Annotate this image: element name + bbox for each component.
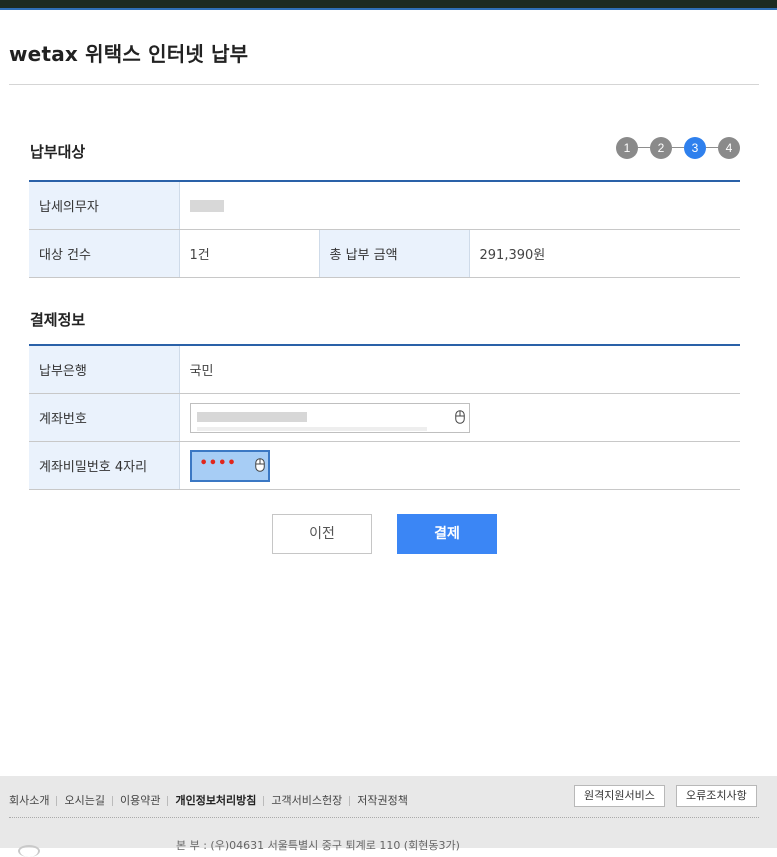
step-indicator: 1 2 3 4 [616,137,740,159]
account-number-input[interactable] [189,402,470,433]
table-row: 대상 건수 1건 총 납부 금액 291,390원 [29,229,741,278]
divider [263,796,265,806]
payment-info-title: 결제정보 [30,311,86,329]
count-label: 대상 건수 [29,229,180,278]
prev-button[interactable]: 이전 [272,514,372,554]
step-3-active: 3 [684,137,706,159]
footer-link-service-charter[interactable]: 고객서비스헌장 [271,794,342,807]
payment-target-title: 납부대상 [30,143,86,161]
step-2: 2 [650,137,672,159]
divider [349,796,351,806]
total-amount-value: 291,390원 [469,229,741,278]
redacted-account [196,411,307,422]
bank-value: 국민 [179,344,740,394]
password-cell: •••• [179,441,740,490]
footer-divider [9,817,759,818]
table-row: 계좌비밀번호 4자리 •••• [29,441,740,490]
account-password-input[interactable]: •••• [189,449,270,482]
footer-address: 본 부 : (우)04631 서울특별시 중구 퇴계로 110 (회현동3가) [176,839,460,852]
remote-support-button[interactable]: 원격지원서비스 [574,785,665,807]
account-number-cell [179,393,740,442]
footer-logo [18,845,40,857]
account-number-label: 계좌번호 [29,393,180,442]
input-underline [196,426,427,431]
footer-link-privacy[interactable]: 개인정보처리방침 [175,794,256,807]
footer-link-company[interactable]: 회사소개 [9,794,49,807]
step-4: 4 [718,137,740,159]
pay-button[interactable]: 결제 [397,514,497,554]
mouse-icon [454,409,465,424]
footer-link-copyright[interactable]: 저작권정책 [357,794,408,807]
title-divider [9,84,759,85]
password-mask: •••• [199,455,237,471]
step-1: 1 [616,137,638,159]
payment-info-table: 납부은행 국민 계좌번호 계좌비밀번호 4자리 •••• [29,344,740,490]
step-connector [672,147,684,148]
page-title: wetax 위택스 인터넷 납부 [9,42,249,66]
password-label: 계좌비밀번호 4자리 [29,441,180,490]
taxpayer-label: 납세의무자 [29,180,180,230]
redacted-name [189,199,224,212]
top-bar-accent [0,8,777,10]
payment-target-table: 납세의무자 대상 건수 1건 총 납부 금액 291,390원 [29,180,741,278]
error-fix-button[interactable]: 오류조치사항 [676,785,757,807]
step-connector [638,147,650,148]
bank-label: 납부은행 [29,344,180,394]
step-connector [706,147,718,148]
total-amount-label: 총 납부 금액 [319,229,470,278]
divider [56,796,58,806]
divider [167,796,169,806]
table-row: 계좌번호 [29,393,740,442]
table-row: 납부은행 국민 [29,344,740,394]
footer-link-directions[interactable]: 오시는길 [64,794,104,807]
footer: 회사소개 오시는길 이용약관 개인정보처리방침 고객서비스헌장 저작권정책 원격지원서비스… [0,776,777,857]
mouse-icon [254,457,265,472]
footer-links: 회사소개 오시는길 이용약관 개인정보처리방침 고객서비스헌장 저작권정책 [9,792,408,808]
taxpayer-value [179,180,741,230]
table-row: 납세의무자 [29,180,741,230]
count-value: 1건 [179,229,320,278]
divider [111,796,113,806]
footer-link-terms[interactable]: 이용약관 [120,794,160,807]
